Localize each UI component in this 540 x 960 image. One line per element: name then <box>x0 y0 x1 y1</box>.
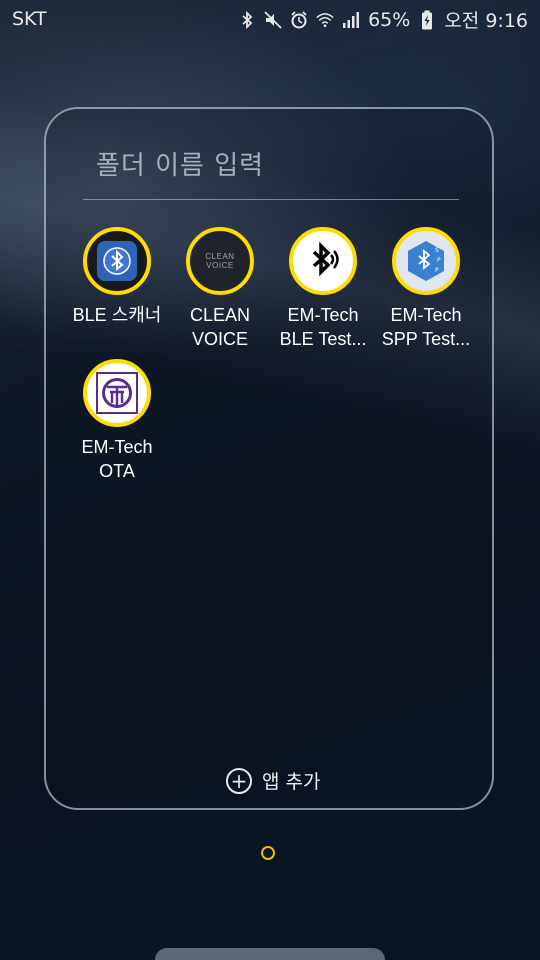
app-emtech-ota[interactable]: EM-Tech OTA <box>62 359 172 483</box>
bluetooth-icon <box>238 10 256 30</box>
app-label-line2: SPP Test... <box>381 329 471 349</box>
battery-icon <box>418 10 436 30</box>
clean-voice-logo-text: VOICE <box>206 261 234 270</box>
app-label-line2: BLE Test... <box>279 329 367 349</box>
app-label: EM-Tech <box>81 437 153 457</box>
battery-percent: 65% <box>368 8 411 31</box>
signal-icon <box>342 10 360 30</box>
app-label: EM-Tech <box>287 305 359 325</box>
clock: 오전 9:16 <box>444 10 528 32</box>
app-label: BLE 스캐너 <box>72 305 162 325</box>
app-label-line2: OTA <box>99 461 135 481</box>
folder-divider <box>83 199 459 200</box>
svg-text:S: S <box>435 247 439 254</box>
app-label: EM-Tech <box>390 305 462 325</box>
status-icons: 65% 오전 9:16 <box>238 6 528 33</box>
bluetooth-scanner-icon <box>83 227 151 295</box>
bottom-handle[interactable] <box>155 948 385 960</box>
em-tech-ota-icon <box>83 359 151 427</box>
add-apps-label: 앱 추가 <box>262 771 321 793</box>
app-emtech-spp-test[interactable]: S P P EM-Tech SPP Test... <box>371 227 481 351</box>
app-label-line2: VOICE <box>191 329 248 349</box>
app-ble-scanner[interactable]: BLE 스캐너 <box>62 227 172 327</box>
mute-icon <box>264 10 282 30</box>
app-emtech-ble-test[interactable]: EM-Tech BLE Test... <box>268 227 378 351</box>
clean-voice-icon: CLEAN VOICE <box>186 227 254 295</box>
bluetooth-speaker-icon <box>289 227 357 295</box>
status-bar: SKT 65% 오전 9:16 <box>0 0 540 38</box>
app-clean-voice[interactable]: CLEAN VOICE CLEAN VOICE <box>165 227 275 351</box>
add-apps-button[interactable]: + 앱 추가 <box>226 767 320 794</box>
wifi-icon <box>316 10 334 30</box>
alarm-icon <box>290 10 308 30</box>
app-folder: 폴더 이름 입력 BLE 스캐너 CLEAN VOICE CLEAN VOICE <box>44 107 494 810</box>
svg-text:P: P <box>435 267 439 274</box>
svg-text:P: P <box>437 257 441 264</box>
page-indicator-dot <box>261 846 275 860</box>
clean-voice-logo-text: CLEAN <box>205 252 235 261</box>
folder-name-input[interactable]: 폴더 이름 입력 <box>96 145 264 182</box>
carrier-label: SKT <box>12 8 47 30</box>
app-label: CLEAN <box>189 305 251 325</box>
plus-icon: + <box>226 767 252 794</box>
bluetooth-spp-icon: S P P <box>392 227 460 295</box>
